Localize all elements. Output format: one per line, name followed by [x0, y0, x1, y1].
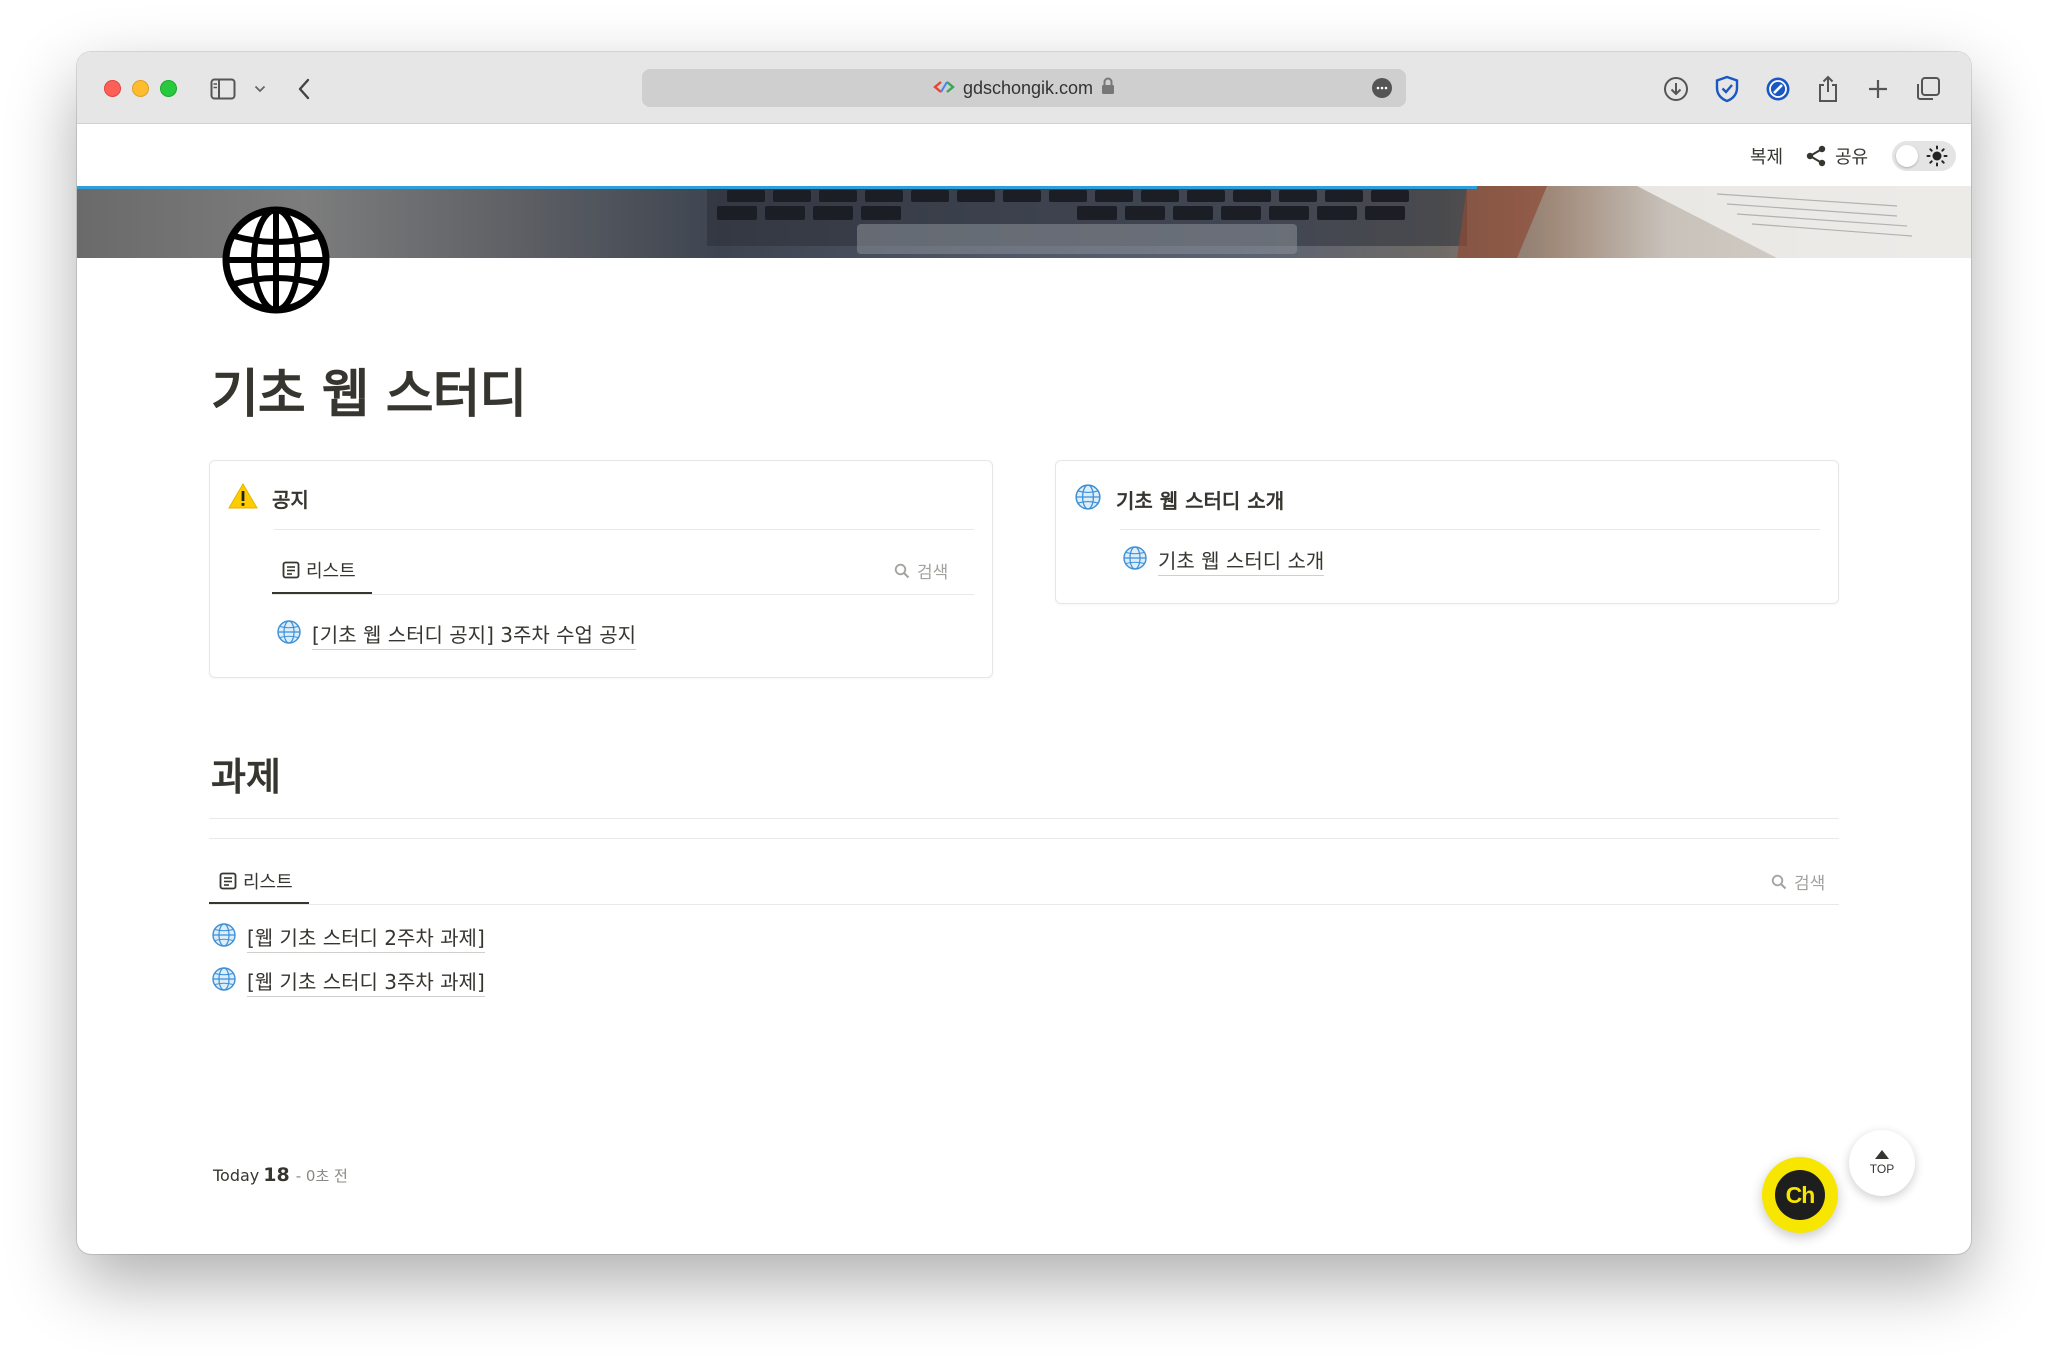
notice-header-divider — [274, 529, 974, 530]
globe-icon — [1074, 483, 1102, 516]
intro-item-text: 기초 웹 스터디 소개 — [1158, 545, 1325, 576]
intro-list-item[interactable]: 기초 웹 스터디 소개 — [1122, 545, 1325, 576]
share-label: 공유 — [1835, 147, 1869, 168]
duplicate-label: 복제 — [1750, 147, 1784, 168]
zoom-window-button[interactable] — [160, 80, 177, 97]
notice-tab-list[interactable]: 리스트 — [282, 557, 356, 583]
assignments-search-button[interactable]: 검색 — [1771, 869, 1825, 894]
assignments-tab-label: 리스트 — [243, 872, 293, 893]
globe-icon — [1122, 545, 1148, 576]
assignments-tab-list[interactable]: 리스트 — [219, 868, 293, 894]
intro-card: 기초 웹 스터디 소개 기초 웹 스터디 소개 — [1055, 460, 1839, 604]
assignment-item-text: [웹 기초 스터디 2주차 과제] — [247, 922, 485, 953]
more-icon[interactable] — [1372, 78, 1392, 98]
back-icon[interactable] — [289, 74, 319, 104]
assignments-search-label: 검색 — [1794, 874, 1826, 894]
address-bar[interactable]: gdschongik.com — [642, 69, 1406, 107]
globe-icon — [220, 204, 332, 320]
intro-header-divider — [1120, 529, 1820, 530]
toggle-knob — [1896, 145, 1918, 167]
globe-icon — [211, 966, 237, 997]
today-label: Today — [213, 1166, 260, 1185]
notice-card-header: 공지 — [228, 483, 309, 514]
cover-image — [77, 186, 1971, 258]
today-count: 18 — [263, 1164, 290, 1186]
assignment-list-item[interactable]: [웹 기초 스터디 2주차 과제] — [211, 922, 485, 953]
notice-card-title: 공지 — [272, 488, 309, 512]
assignments-tabs-top-divider — [209, 838, 1839, 839]
assignment-item-text: [웹 기초 스터디 3주차 과제] — [247, 966, 485, 997]
globe-icon — [276, 619, 302, 650]
scroll-top-button[interactable]: TOP — [1849, 1130, 1915, 1196]
caret-up-icon — [1875, 1150, 1889, 1159]
page-load-progress — [77, 186, 1477, 189]
scroll-top-label: TOP — [1869, 1162, 1895, 1176]
site-favicon-icon — [933, 79, 955, 98]
globe-icon — [211, 922, 237, 953]
theme-toggle[interactable] — [1892, 141, 1956, 171]
page-topbar: 복제 공유 — [77, 124, 1971, 186]
notice-list-item[interactable]: [기초 웹 스터디 공지] 3주차 수업 공지 — [276, 619, 637, 650]
intro-card-title: 기초 웹 스터디 소개 — [1116, 489, 1285, 513]
notice-card: 공지 리스트 검색 [기초 웹 스터디 공지] 3주차 수업 공지 — [209, 460, 993, 678]
share-icon[interactable] — [1813, 74, 1843, 104]
intro-card-header: 기초 웹 스터디 소개 — [1074, 483, 1284, 516]
assignments-title-divider — [209, 818, 1839, 819]
visitor-counter: Today 18 - 0초 전 — [213, 1164, 348, 1186]
assignments-tabs-divider — [209, 904, 1839, 905]
search-icon — [894, 563, 910, 579]
search-icon — [1771, 874, 1787, 890]
minimize-window-button[interactable] — [132, 80, 149, 97]
plus-icon[interactable] — [1863, 74, 1893, 104]
sidebar-icon[interactable] — [208, 74, 238, 104]
shield-icon[interactable] — [1712, 74, 1742, 104]
tabs-icon[interactable] — [1913, 74, 1943, 104]
assignment-list-item[interactable]: [웹 기초 스터디 3주차 과제] — [211, 966, 485, 997]
warning-icon — [228, 483, 258, 514]
notice-search-button[interactable]: 검색 — [894, 558, 948, 583]
page-title: 기초 웹 스터디 — [211, 365, 527, 425]
list-icon — [219, 872, 237, 890]
channel-talk-button[interactable]: Ch — [1762, 1157, 1838, 1233]
share-button[interactable]: 공유 — [1805, 143, 1868, 169]
assignments-title: 과제 — [211, 755, 281, 799]
cover-laptop-illustration — [707, 186, 1971, 258]
lock-icon — [1101, 77, 1115, 99]
duplicate-button[interactable]: 복제 — [1750, 143, 1783, 169]
notice-tab-label: 리스트 — [306, 561, 356, 582]
notice-tab-divider — [272, 594, 974, 595]
notice-item-text: [기초 웹 스터디 공지] 3주차 수업 공지 — [312, 619, 637, 650]
url-text: gdschongik.com — [962, 77, 1094, 98]
notice-search-label: 검색 — [917, 563, 949, 583]
share-nodes-icon — [1805, 145, 1827, 167]
list-icon — [282, 561, 300, 579]
browser-toolbar: gdschongik.com — [77, 52, 1971, 124]
chevron-down-icon[interactable] — [245, 74, 275, 104]
close-window-button[interactable] — [104, 80, 121, 97]
channel-talk-logo: Ch — [1775, 1170, 1825, 1220]
browser-window: gdschongik.com 복제 공유 기초 웹 스터디 공지 리스트 검색 … — [77, 52, 1971, 1254]
last-visit-ago: - 0초 전 — [295, 1167, 348, 1185]
compass-icon[interactable] — [1763, 74, 1793, 104]
sun-icon — [1926, 145, 1948, 171]
download-icon[interactable] — [1661, 74, 1691, 104]
